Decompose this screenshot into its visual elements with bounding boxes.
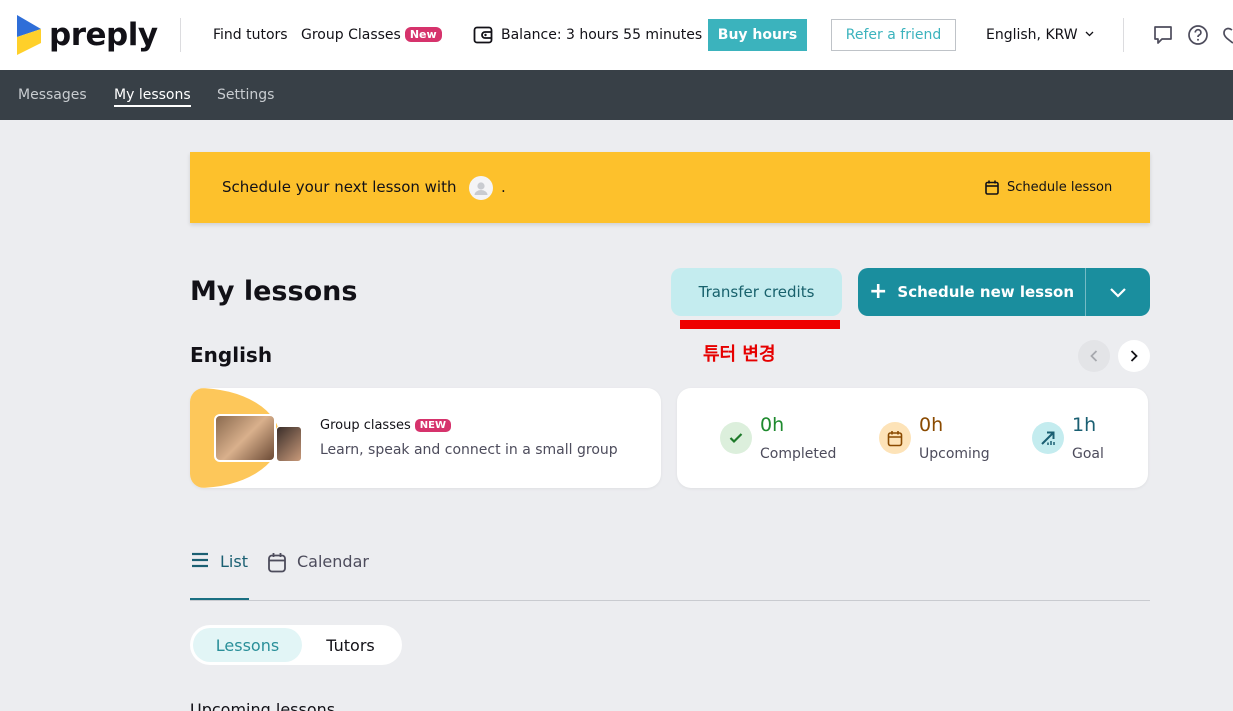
help-icon[interactable] [1187, 24, 1209, 46]
carousel-prev-button[interactable] [1078, 340, 1110, 372]
carousel-next-button[interactable] [1118, 340, 1150, 372]
tab-list[interactable]: List [190, 552, 249, 600]
settings-tab[interactable]: Settings [217, 87, 274, 103]
group-classes-title: Group classes NEW [320, 418, 451, 433]
balance-text: Balance: 3 hours 55 minutes [501, 27, 703, 43]
group-classes-label: Group Classes [301, 27, 401, 43]
group-class-photo-small [276, 426, 302, 462]
lessons-tutors-toggle: Lessons Tutors [190, 625, 402, 665]
completed-hours: 0h [760, 414, 785, 436]
list-icon [192, 552, 208, 568]
chevron-right-icon [1130, 350, 1138, 362]
tab-calendar[interactable]: Calendar [267, 552, 369, 600]
completed-label: Completed [760, 446, 837, 462]
wallet-icon [473, 26, 493, 44]
check-icon [720, 422, 752, 454]
banner-text: Schedule your next lesson with [222, 178, 457, 196]
group-classes-link[interactable]: Group Classes New [301, 27, 442, 43]
upcoming-hours: 0h [919, 414, 944, 436]
balance-display[interactable]: Balance: 3 hours 55 minutes [473, 26, 702, 44]
tabs-divider [190, 600, 1150, 601]
annotation-underline [680, 320, 840, 329]
top-navigation-bar: preply Find tutors Group Classes New Bala… [0, 0, 1233, 70]
schedule-lesson-label: Schedule lesson [1007, 180, 1113, 195]
upcoming-label: Upcoming [919, 446, 990, 462]
schedule-new-lesson-label: Schedule new lesson [897, 283, 1075, 301]
schedule-options-dropdown[interactable] [1086, 268, 1150, 316]
calendar-icon [879, 422, 911, 454]
upcoming-lessons-heading: Upcoming lessons [190, 700, 336, 711]
find-tutors-link[interactable]: Find tutors [213, 27, 288, 43]
preply-logo[interactable]: preply [17, 14, 158, 56]
user-icon [474, 182, 488, 195]
schedule-new-lesson-button-group: + Schedule new lesson [858, 268, 1150, 316]
page-title: My lessons [190, 276, 358, 307]
secondary-navigation: Messages My lessons Settings [0, 70, 1233, 120]
messages-tab[interactable]: Messages [18, 87, 87, 103]
group-class-photo [214, 414, 276, 462]
divider [180, 18, 181, 52]
language-section-title: English [190, 343, 273, 367]
goal-hours: 1h [1072, 414, 1097, 436]
my-lessons-tab[interactable]: My lessons [114, 87, 191, 107]
segment-lessons[interactable]: Lessons [193, 628, 302, 662]
calendar-icon [268, 553, 286, 573]
refer-friend-button[interactable]: Refer a friend [831, 19, 956, 51]
segment-tutors[interactable]: Tutors [302, 628, 399, 662]
logo-text: preply [49, 17, 158, 53]
tab-calendar-label: Calendar [297, 552, 369, 571]
schedule-lesson-link[interactable]: Schedule lesson [985, 180, 1112, 195]
buy-hours-button[interactable]: Buy hours [708, 19, 807, 51]
goal-label: Goal [1072, 446, 1104, 462]
chevron-down-icon [1085, 31, 1094, 37]
new-badge: NEW [414, 419, 451, 432]
lesson-stats-card: 0h Completed 0h Upcoming 1h Goal [677, 388, 1148, 488]
banner-period: . [501, 178, 506, 196]
divider [1123, 18, 1124, 52]
goal-trend-icon [1032, 422, 1064, 454]
group-classes-card[interactable]: Group classes NEW Learn, speak and connec… [190, 388, 661, 488]
plus-icon: + [868, 279, 888, 304]
group-classes-description: Learn, speak and connect in a small grou… [320, 442, 618, 458]
messages-icon[interactable] [1152, 24, 1174, 46]
tutor-avatar [469, 176, 493, 200]
schedule-new-lesson-button[interactable]: + Schedule new lesson [858, 268, 1085, 316]
transfer-credits-button[interactable]: Transfer credits [671, 268, 842, 316]
calendar-icon [985, 180, 999, 195]
language-currency-label: English, KRW [986, 27, 1078, 43]
annotation-text: 튜터 변경 [703, 344, 776, 365]
chevron-down-icon [1110, 287, 1126, 298]
language-currency-selector[interactable]: English, KRW [986, 27, 1094, 43]
tab-list-label: List [220, 552, 248, 571]
preply-logo-icon [17, 15, 41, 55]
favorites-icon[interactable] [1222, 24, 1233, 46]
schedule-next-lesson-banner: Schedule your next lesson with . Schedul… [190, 152, 1150, 223]
group-classes-title-text: Group classes [320, 418, 411, 433]
chevron-left-icon [1090, 350, 1098, 362]
new-badge: New [404, 27, 442, 42]
